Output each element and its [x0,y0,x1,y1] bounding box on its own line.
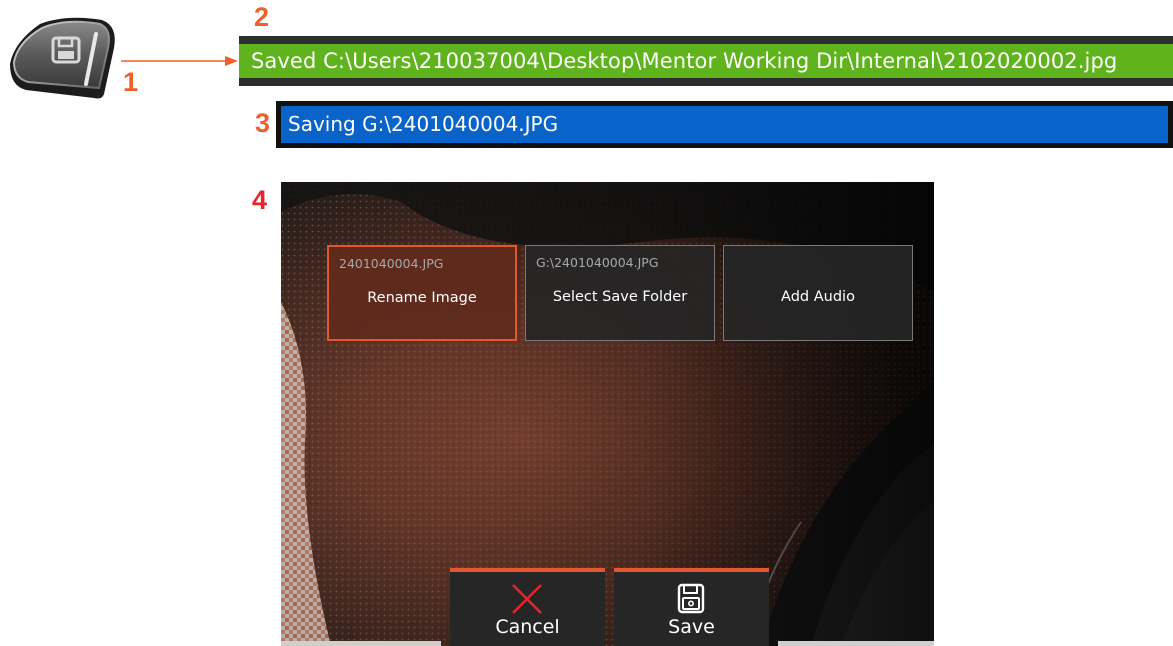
documentation-figure: 1 2 Saved C:\Users\210037004\Desktop\Men… [0,0,1173,646]
rename-image-label: Rename Image [367,290,477,306]
close-x-icon [512,584,542,614]
current-save-path: G:\2401040004.JPG [536,255,659,270]
current-filename: 2401040004.JPG [339,256,444,271]
saving-status-bar: Saving G:\2401040004.JPG [276,101,1173,148]
device-screen: 2401040004.JPG Rename Image G:\240104000… [281,182,934,646]
callout-3: 3 [255,108,271,138]
saving-status-text: Saving G:\2401040004.JPG [281,106,1168,143]
hardware-save-key[interactable] [6,12,124,100]
select-save-folder-button[interactable]: G:\2401040004.JPG Select Save Folder [525,245,715,341]
select-save-folder-label: Select Save Folder [552,289,688,305]
cancel-label: Cancel [495,616,560,638]
callout-1: 1 [123,67,139,97]
saved-status-bar: Saved C:\Users\210037004\Desktop\Mentor … [239,36,1173,86]
callout-4: 4 [252,185,268,215]
arrow-icon [121,56,238,66]
floppy-disk-icon [677,583,705,614]
save-label: Save [668,616,715,638]
add-audio-button[interactable]: Add Audio [723,245,913,341]
softkey-strip-left [281,641,441,646]
save-button[interactable]: Save [614,568,769,646]
callout-2: 2 [254,2,270,32]
add-audio-label: Add Audio [781,289,855,305]
saved-status-text: Saved C:\Users\210037004\Desktop\Mentor … [239,44,1173,78]
softkey-strip-right [778,641,934,646]
rename-image-button[interactable]: 2401040004.JPG Rename Image [327,245,517,341]
cancel-button[interactable]: Cancel [450,568,605,646]
